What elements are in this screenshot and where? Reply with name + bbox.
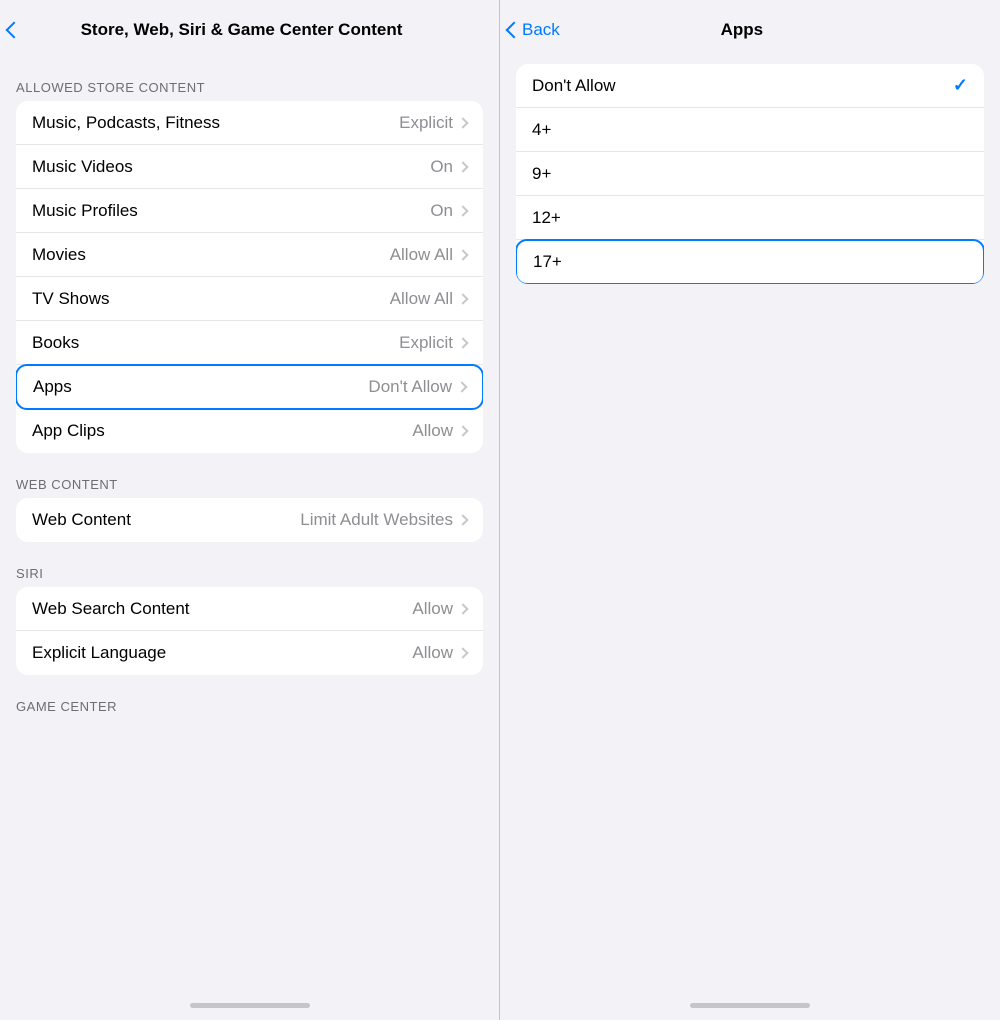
left-content: ALLOWED STORE CONTENT Music, Podcasts, F… [0, 56, 499, 995]
option-label: 12+ [532, 208, 968, 228]
left-page-title: Store, Web, Siri & Game Center Content [30, 20, 483, 40]
checkmark-icon: ✓ [953, 75, 968, 96]
home-bar [690, 1003, 810, 1008]
chevron-right-icon [457, 117, 468, 128]
right-back-button[interactable]: Back [508, 20, 560, 40]
chevron-right-icon [457, 293, 468, 304]
row-value: On [430, 201, 453, 221]
row-label: TV Shows [32, 289, 390, 309]
right-home-indicator [500, 995, 1000, 1020]
option-12plus[interactable]: 12+ [516, 196, 984, 240]
row-books[interactable]: Books Explicit [16, 321, 483, 365]
row-web-content[interactable]: Web Content Limit Adult Websites [16, 498, 483, 542]
right-content: Don't Allow ✓ 4+ 9+ 12+ 17+ [500, 56, 1000, 995]
row-label: Web Search Content [32, 599, 412, 619]
chevron-right-icon [457, 249, 468, 260]
chevron-right-icon [457, 337, 468, 348]
siri-group: Web Search Content Allow Explicit Langua… [16, 587, 483, 675]
row-label: Apps [33, 377, 368, 397]
chevron-left-icon [506, 22, 523, 39]
row-label: Music Videos [32, 157, 430, 177]
row-value: Explicit [399, 333, 453, 353]
left-header: Store, Web, Siri & Game Center Content [0, 0, 499, 56]
right-header: Back Apps [500, 0, 1000, 56]
right-panel: Back Apps Don't Allow ✓ 4+ 9+ 12+ 17+ [500, 0, 1000, 1020]
web-content-group: Web Content Limit Adult Websites [16, 498, 483, 542]
row-value: Allow [412, 421, 453, 441]
row-apps[interactable]: Apps Don't Allow [16, 364, 483, 410]
chevron-right-icon [457, 514, 468, 525]
chevron-right-icon [457, 603, 468, 614]
row-value: Allow [412, 643, 453, 663]
back-label: Back [522, 20, 560, 40]
row-music-podcasts[interactable]: Music, Podcasts, Fitness Explicit [16, 101, 483, 145]
row-explicit-language[interactable]: Explicit Language Allow [16, 631, 483, 675]
section-label-web: WEB CONTENT [0, 461, 499, 498]
row-movies[interactable]: Movies Allow All [16, 233, 483, 277]
left-back-button[interactable] [8, 24, 22, 36]
row-label: Web Content [32, 510, 300, 530]
option-17plus[interactable]: 17+ [516, 239, 984, 284]
option-label: 4+ [532, 120, 968, 140]
row-value: Limit Adult Websites [300, 510, 453, 530]
row-music-profiles[interactable]: Music Profiles On [16, 189, 483, 233]
row-label: Music Profiles [32, 201, 430, 221]
row-value: Allow All [390, 245, 453, 265]
row-tv-shows[interactable]: TV Shows Allow All [16, 277, 483, 321]
store-content-group: Music, Podcasts, Fitness Explicit Music … [16, 101, 483, 453]
chevron-right-icon [457, 205, 468, 216]
row-web-search[interactable]: Web Search Content Allow [16, 587, 483, 631]
row-app-clips[interactable]: App Clips Allow [16, 409, 483, 453]
row-label: Books [32, 333, 399, 353]
row-label: Music, Podcasts, Fitness [32, 113, 399, 133]
row-label: Movies [32, 245, 390, 265]
option-4plus[interactable]: 4+ [516, 108, 984, 152]
chevron-right-icon [457, 425, 468, 436]
left-panel: Store, Web, Siri & Game Center Content A… [0, 0, 500, 1020]
row-music-videos[interactable]: Music Videos On [16, 145, 483, 189]
option-dont-allow[interactable]: Don't Allow ✓ [516, 64, 984, 108]
row-value: Allow All [390, 289, 453, 309]
row-value: Explicit [399, 113, 453, 133]
apps-options-group: Don't Allow ✓ 4+ 9+ 12+ 17+ [516, 64, 984, 284]
option-label: Don't Allow [532, 76, 953, 96]
left-home-indicator [0, 995, 499, 1020]
row-value: On [430, 157, 453, 177]
row-value: Don't Allow [368, 377, 452, 397]
row-label: App Clips [32, 421, 412, 441]
option-label: 17+ [533, 252, 967, 272]
right-page-title: Apps [560, 20, 924, 40]
home-bar [190, 1003, 310, 1008]
row-value: Allow [412, 599, 453, 619]
chevron-left-icon [6, 22, 23, 39]
chevron-right-icon [457, 647, 468, 658]
section-label-siri: SIRI [0, 550, 499, 587]
section-label-store: ALLOWED STORE CONTENT [0, 64, 499, 101]
chevron-right-icon [457, 161, 468, 172]
section-label-game-center: GAME CENTER [0, 683, 499, 720]
option-label: 9+ [532, 164, 968, 184]
option-9plus[interactable]: 9+ [516, 152, 984, 196]
chevron-right-icon [456, 381, 467, 392]
row-label: Explicit Language [32, 643, 412, 663]
